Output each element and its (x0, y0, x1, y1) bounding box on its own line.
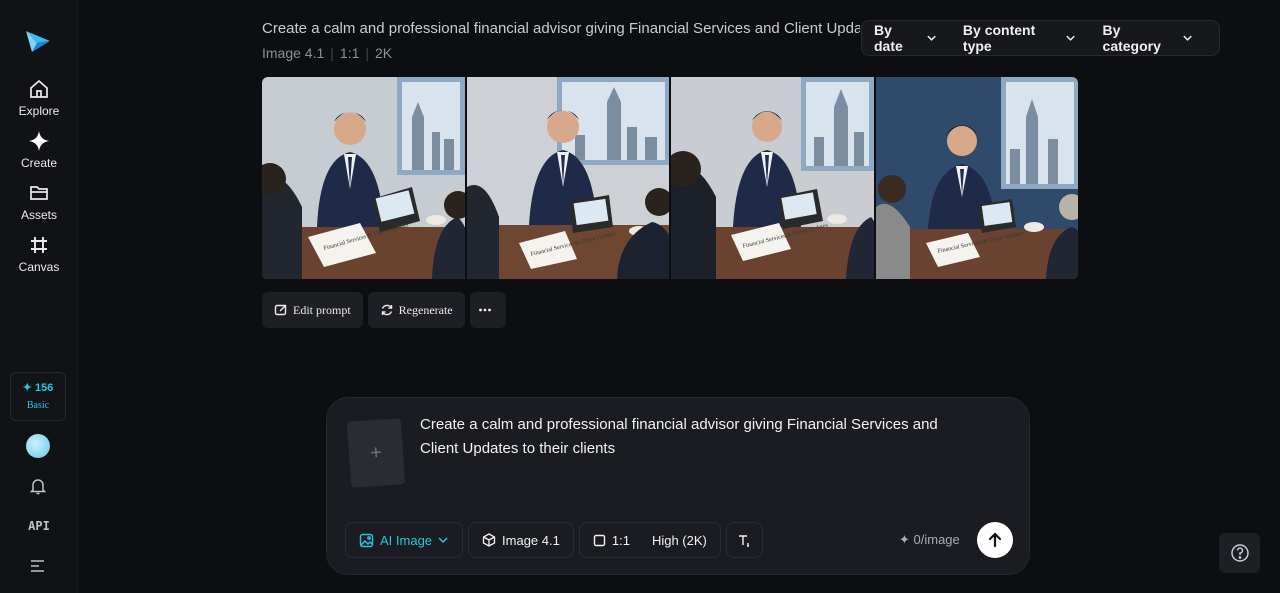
credits-count: ✦ 156 (22, 382, 54, 394)
sidebar-item-label: Canvas (18, 260, 60, 274)
meta-resolution: 2K (375, 45, 393, 61)
filter-label: By category (1102, 22, 1161, 54)
sidebar: Explore Create Assets Canvas ✦ 156 Basic… (0, 0, 78, 593)
refresh-icon (381, 304, 392, 316)
filter-label: By date (874, 22, 903, 54)
send-button[interactable] (977, 522, 1013, 558)
image-grid: Financial Services & Client Updates Fina… (262, 77, 1078, 279)
folder-icon (30, 186, 48, 200)
model-select[interactable]: Image 4.1 (468, 522, 574, 558)
meta-ratio: 1:1 (339, 45, 360, 61)
generated-image-art: Financial Services & Client Updates (466, 77, 669, 279)
regenerate-button[interactable]: Regenerate (367, 292, 465, 328)
ratio-label: 1:1 (611, 532, 630, 548)
filter-bar: By date By content type By category (861, 20, 1220, 56)
more-horizontal-icon (479, 308, 492, 312)
composer-toolbar: AI Image Image 4.1 1:1 High (2K) (345, 522, 763, 558)
cube-icon (482, 533, 496, 547)
sidebar-item-label: Create (20, 156, 58, 170)
generated-image-art: Financial Services & Client Updates (262, 77, 465, 279)
generation-cost: ✦ 0/image (899, 532, 960, 547)
avatar[interactable] (26, 434, 50, 458)
sidebar-item-explore[interactable]: Explore (0, 78, 78, 118)
meta-model: Image 4.1 (262, 45, 325, 61)
sidebar-item-label: Assets (20, 208, 57, 222)
generated-image-art: Financial Services & Client Updates (875, 77, 1078, 279)
generated-image-art: Financial Services & Client Updates (671, 77, 874, 279)
prompt-title: Create a calm and professional financial… (262, 20, 860, 37)
filter-label: By content type (962, 22, 1036, 54)
arrow-up-icon (988, 532, 1002, 548)
upload-reference-button[interactable]: + (346, 418, 406, 488)
edit-icon (274, 304, 287, 316)
text-style-button[interactable] (725, 522, 763, 558)
sidebar-item-create[interactable]: Create (0, 130, 78, 170)
chevron-down-icon (1066, 35, 1076, 41)
aspect-ratio-icon (593, 534, 606, 546)
app-logo-icon[interactable] (24, 27, 52, 55)
generated-image[interactable]: Financial Services & Client Updates (875, 77, 1078, 279)
filter-by-category[interactable]: By category (1103, 22, 1193, 54)
mode-label: AI Image (380, 532, 433, 548)
credits-badge[interactable]: ✦ 156 Basic (10, 372, 66, 421)
prompt-input[interactable]: Create a calm and professional financial… (420, 413, 980, 461)
bell-icon[interactable] (28, 476, 48, 496)
filter-by-date[interactable]: By date (874, 22, 937, 54)
filter-by-content-type[interactable]: By content type (963, 22, 1077, 54)
help-button[interactable] (1219, 533, 1260, 573)
generated-image[interactable]: Financial Services & Client Updates (262, 77, 465, 279)
regenerate-label: Regenerate (398, 302, 453, 317)
help-icon (1230, 544, 1249, 562)
sidebar-item-label: Explore (18, 104, 60, 118)
canvas-grid-icon (31, 237, 47, 253)
image-actions: Edit prompt Regenerate (262, 292, 506, 328)
api-link[interactable]: API (0, 519, 78, 533)
prompt-composer: + Create a calm and professional financi… (326, 397, 1030, 575)
image-icon (359, 533, 374, 547)
mode-select[interactable]: AI Image (345, 522, 464, 558)
generated-image[interactable]: Financial Services & Client Updates (466, 77, 669, 279)
edit-prompt-button[interactable]: Edit prompt (262, 292, 363, 328)
chevron-down-icon (927, 35, 936, 41)
ratio-quality-select[interactable]: 1:1 High (2K) (578, 522, 721, 558)
quality-label: High (2K) (651, 532, 707, 548)
generated-image[interactable]: Financial Services & Client Updates (671, 77, 874, 279)
generation-meta: Image 4.1 | 1:1 | 2K (262, 45, 393, 61)
home-icon (30, 79, 48, 98)
edit-prompt-label: Edit prompt (293, 302, 351, 317)
plan-tier: Basic (26, 400, 50, 411)
sidebar-item-canvas[interactable]: Canvas (0, 234, 78, 274)
sparkle-icon (29, 131, 49, 151)
plus-icon: + (369, 441, 383, 464)
chevron-down-icon (438, 537, 448, 544)
more-options-button[interactable] (469, 292, 506, 328)
chevron-down-icon (1183, 35, 1192, 41)
menu-icon[interactable] (28, 556, 48, 576)
model-label: Image 4.1 (502, 532, 560, 548)
text-style-icon (738, 534, 749, 547)
sidebar-item-assets[interactable]: Assets (0, 182, 78, 222)
